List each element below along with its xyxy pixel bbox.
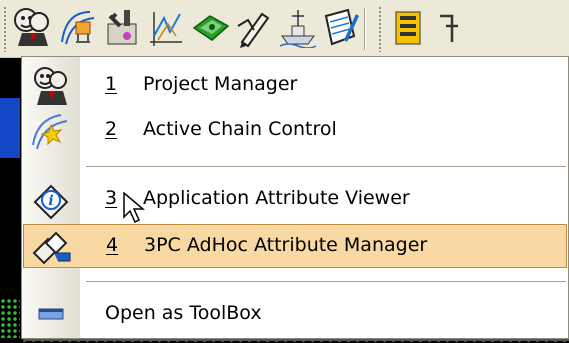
menu-item-open-as-toolbox[interactable]: Open as ToolBox <box>23 293 567 337</box>
application-menu: 1 Project Manager 2 Active Chain Control… <box>21 56 569 339</box>
project-manager-icon[interactable] <box>10 5 54 49</box>
menu-separator <box>86 281 566 282</box>
attribute-manager-icon <box>32 227 72 267</box>
toolbar-grip[interactable] <box>378 6 382 52</box>
svg-text:i: i <box>48 193 53 209</box>
background-plot <box>0 298 20 338</box>
info-icon: i <box>31 180 71 220</box>
menu-item-number: 4 <box>106 234 119 256</box>
pencil-icon[interactable] <box>232 5 276 49</box>
project-manager-icon <box>31 66 71 106</box>
menu-item-number: 3 <box>105 187 118 209</box>
mouse-cursor-icon <box>123 191 146 228</box>
extra-tool-icon[interactable] <box>430 5 474 49</box>
chain-control-icon <box>31 111 71 151</box>
tools-icon[interactable] <box>100 5 144 49</box>
menu-item-application-attribute-viewer[interactable]: i 3 Application Attribute Viewer <box>23 178 567 222</box>
menu-item-label: 3PC AdHoc Attribute Manager <box>144 234 428 256</box>
toolbox-icon[interactable] <box>386 5 430 49</box>
background-panel <box>0 98 20 158</box>
menu-item-active-chain-control[interactable]: 2 Active Chain Control <box>23 109 567 153</box>
menu-item-label: Application Attribute Viewer <box>143 187 410 209</box>
menu-item-adhoc-attribute-manager[interactable]: 4 3PC AdHoc Attribute Manager <box>23 224 567 268</box>
ship-icon[interactable] <box>276 5 320 49</box>
menu-item-label: Project Manager <box>143 73 298 95</box>
application-background <box>0 58 20 343</box>
network-icon[interactable] <box>188 5 232 49</box>
menu-item-label: Active Chain Control <box>143 118 337 140</box>
menu-item-label: Open as ToolBox <box>105 302 262 324</box>
menu-item-number: 1 <box>105 73 118 95</box>
toolbar-grip[interactable] <box>3 6 7 52</box>
menu-item-number: 2 <box>105 118 118 140</box>
chain-control-icon[interactable] <box>56 5 100 49</box>
notepad-icon[interactable] <box>318 5 362 49</box>
toolbar-separator <box>364 8 366 50</box>
toolbox-icon <box>31 295 71 335</box>
menu-item-project-manager[interactable]: 1 Project Manager <box>23 64 567 108</box>
menu-separator <box>86 166 566 167</box>
graph-icon[interactable] <box>144 5 188 49</box>
toolbar <box>0 0 569 58</box>
